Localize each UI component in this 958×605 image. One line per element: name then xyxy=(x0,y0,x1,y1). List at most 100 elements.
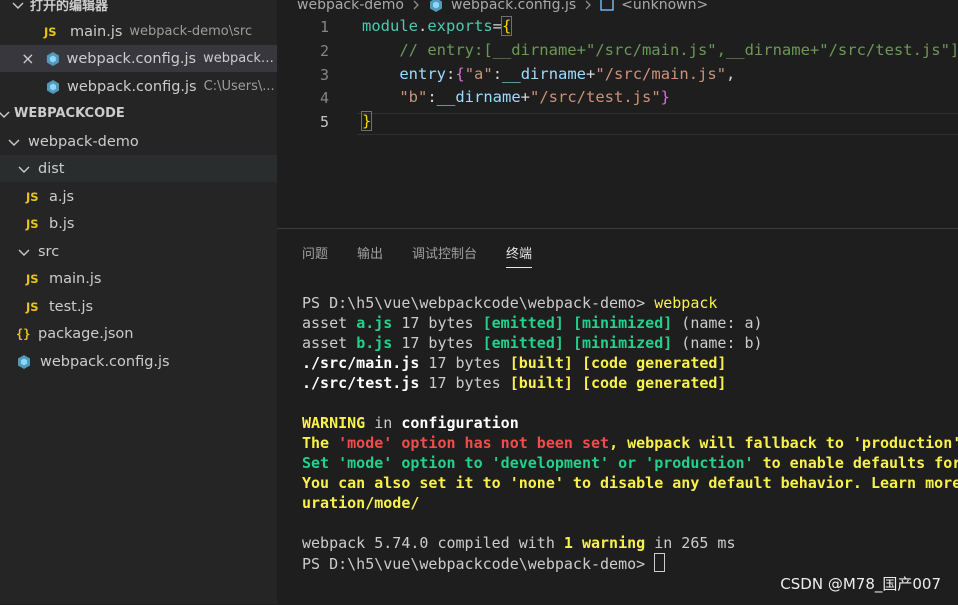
open-editor-path: webpack-... xyxy=(203,51,277,66)
terminal-text: a.js xyxy=(356,314,393,332)
line-number: 1 xyxy=(319,18,329,36)
folder-label: webpack-demo xyxy=(28,133,139,150)
code-token: : xyxy=(427,88,437,106)
terminal-command: webpack xyxy=(654,294,718,312)
open-editor-item[interactable]: × webpack.config.js webpack-... xyxy=(0,45,277,72)
file-label: webpack.config.js xyxy=(40,353,170,370)
panel-tabs: 问题 输出 调试控制台 终端 xyxy=(302,243,561,268)
tree-file-webpack-config[interactable]: webpack.config.js xyxy=(0,348,277,375)
terminal-text: 17 bytes xyxy=(392,314,483,332)
code-token: module xyxy=(362,17,418,35)
js-file-icon: JS xyxy=(26,189,39,204)
terminal-text: asset xyxy=(302,314,357,332)
terminal-text: configuration xyxy=(401,414,519,432)
terminal-text: [built] xyxy=(509,374,573,392)
code-token: __dirname xyxy=(502,65,587,83)
tab-debug-console[interactable]: 调试控制台 xyxy=(412,243,477,268)
code-token: exports xyxy=(427,17,493,35)
terminal-line: asset b.js 17 bytes [emitted] [minimized… xyxy=(302,334,763,352)
code-token: , xyxy=(726,65,736,83)
open-editor-filename: main.js xyxy=(70,23,123,40)
breadcrumb-folder[interactable]: webpack-demo xyxy=(297,0,404,13)
terminal-text: 17 bytes xyxy=(392,334,483,352)
tree-file-b-js[interactable]: JS b.js xyxy=(0,210,277,237)
tab-terminal[interactable]: 终端 xyxy=(506,243,533,268)
terminal-text: [minimized] xyxy=(572,314,673,332)
open-editor-item[interactable]: webpack.config.js C:\Users\... xyxy=(0,73,277,100)
file-label: a.js xyxy=(49,188,75,205)
terminal-text: [minimized] xyxy=(572,334,673,352)
json-braces-icon: {} xyxy=(16,326,31,341)
terminal-line: WARNING in configuration xyxy=(302,414,519,432)
js-file-icon: JS xyxy=(26,271,39,286)
terminal-text: [code generated] xyxy=(581,374,727,392)
line-number: 2 xyxy=(319,42,329,60)
js-file-icon: JS xyxy=(44,24,57,39)
terminal-text: in xyxy=(365,414,402,432)
open-editors-header[interactable]: 打开的编辑器 xyxy=(0,0,277,18)
code-token: = xyxy=(492,17,503,35)
watermark: CSDN @M78_国产007 xyxy=(780,575,941,593)
terminal-prompt: PS D:\h5\vue\webpackcode\webpack-demo> xyxy=(302,555,655,573)
terminal-text: 'mode' option has not been set xyxy=(338,434,610,452)
tree-folder-webpack-demo[interactable]: webpack-demo xyxy=(0,128,277,155)
file-label: main.js xyxy=(49,270,102,287)
symbol-object-icon xyxy=(600,0,614,11)
tree-file-package-json[interactable]: {} package.json xyxy=(0,320,277,347)
terminal-text: , webpack will fallback to 'production' xyxy=(609,434,958,452)
folder-label: dist xyxy=(38,160,65,177)
close-icon[interactable]: × xyxy=(18,49,38,68)
breadcrumb-symbol[interactable]: <unknown> xyxy=(621,0,708,13)
file-label: test.js xyxy=(49,298,94,315)
terminal-line: Set 'mode' option to 'development' or 'p… xyxy=(302,454,958,472)
open-editor-path: webpack-demo\src xyxy=(129,24,253,39)
terminal-text: (name: b) xyxy=(672,334,763,352)
breadcrumb-file[interactable]: webpack.config.js xyxy=(451,0,576,13)
code-token: { xyxy=(500,16,513,36)
open-editor-item[interactable]: JS main.js webpack-demo\src xyxy=(0,18,277,45)
folder-label: src xyxy=(38,243,60,260)
terminal-line: webpack 5.74.0 compiled with 1 warning i… xyxy=(302,534,736,552)
terminal-line: You can also set it to 'none' to disable… xyxy=(302,474,958,492)
code-line-5: } xyxy=(360,111,373,131)
terminal-text: ./src/main.js xyxy=(302,354,420,372)
terminal-cursor xyxy=(654,553,666,572)
terminal-line: PS D:\h5\vue\webpackcode\webpack-demo> xyxy=(302,553,666,573)
terminal-text: [emitted] xyxy=(482,314,564,332)
terminal-text: in 265 ms xyxy=(645,534,736,552)
terminal-line: The 'mode' option has not been set, webp… xyxy=(302,434,958,452)
workspace-title: WEBPACKCODE xyxy=(14,106,125,121)
file-label: package.json xyxy=(38,325,134,342)
breadcrumb: webpack-demo webpack.config.js <unknown> xyxy=(297,0,708,15)
open-editors-title: 打开的编辑器 xyxy=(30,0,109,14)
tab-output[interactable]: 输出 xyxy=(357,243,383,268)
tree-file-main-js[interactable]: JS main.js xyxy=(0,265,277,292)
terminal-text: [emitted] xyxy=(482,334,564,352)
tree-folder-dist[interactable]: dist xyxy=(0,155,277,182)
tree-file-test-js[interactable]: JS test.js xyxy=(0,293,277,320)
terminal-text: asset xyxy=(302,334,357,352)
line-number: 5 xyxy=(319,113,329,131)
chevron-down-icon xyxy=(12,2,24,9)
chevron-right-icon xyxy=(585,0,592,10)
tree-file-a-js[interactable]: JS a.js xyxy=(0,183,277,210)
terminal-text: The xyxy=(302,434,339,452)
open-editor-filename: webpack.config.js xyxy=(66,50,197,67)
code-editor[interactable]: webpack-demo webpack.config.js <unknown>… xyxy=(277,0,958,228)
terminal-text: to enable defaults for xyxy=(753,454,958,472)
terminal-output[interactable]: PS D:\h5\vue\webpackcode\webpack-demo> w… xyxy=(302,293,958,574)
code-token: "a" xyxy=(464,65,493,83)
terminal-text: Set 'mode' option to 'development' or 'p… xyxy=(302,454,754,472)
code-line-2: // entry:[__dirname+"/src/main.js",__dir… xyxy=(362,41,958,59)
terminal-text: [code generated] xyxy=(581,354,727,372)
tab-problems[interactable]: 问题 xyxy=(302,243,328,268)
terminal-line: PS D:\h5\vue\webpackcode\webpack-demo> w… xyxy=(302,294,717,312)
code-token: __dirname xyxy=(436,88,521,106)
terminal-text: (name: a) xyxy=(672,314,763,332)
tree-folder-src[interactable]: src xyxy=(0,238,277,265)
code-token: { xyxy=(455,65,465,83)
workspace-header[interactable]: WEBPACKCODE xyxy=(0,100,277,127)
code-token: "/src/main.js" xyxy=(595,65,727,83)
code-token: entry xyxy=(399,65,446,83)
